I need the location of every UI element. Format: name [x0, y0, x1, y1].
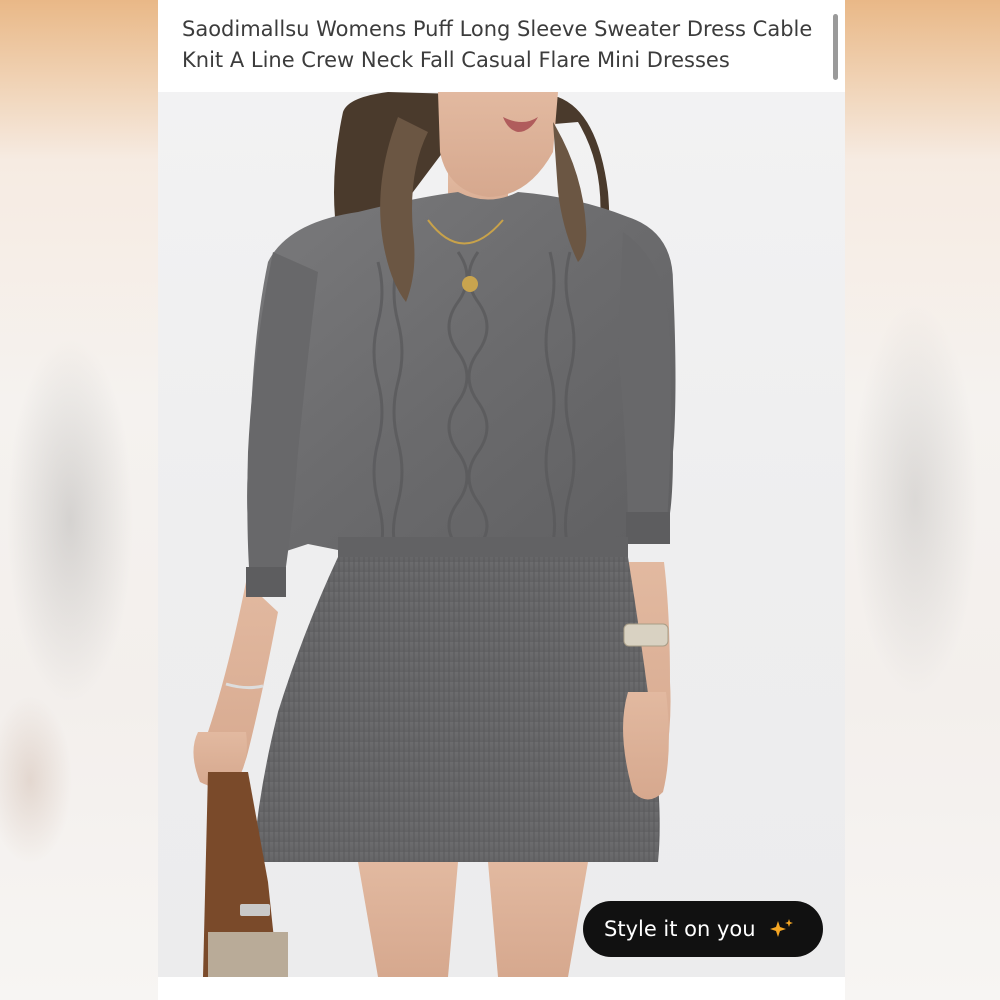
sparkle-icon — [770, 919, 793, 937]
backdrop-left — [0, 0, 158, 1000]
bottom-strip — [158, 977, 845, 1000]
scrollbar[interactable] — [833, 14, 838, 80]
title-bar: Saodimallsu Womens Puff Long Sleeve Swea… — [158, 0, 845, 92]
product-photo[interactable] — [158, 92, 845, 977]
product-card: Saodimallsu Womens Puff Long Sleeve Swea… — [158, 0, 845, 1000]
style-it-on-you-label: Style it on you — [604, 917, 756, 941]
style-it-on-you-button[interactable]: Style it on you — [583, 901, 823, 957]
backdrop-right — [845, 0, 1000, 1000]
model-illustration — [193, 92, 676, 977]
product-title: Saodimallsu Womens Puff Long Sleeve Swea… — [182, 17, 813, 72]
